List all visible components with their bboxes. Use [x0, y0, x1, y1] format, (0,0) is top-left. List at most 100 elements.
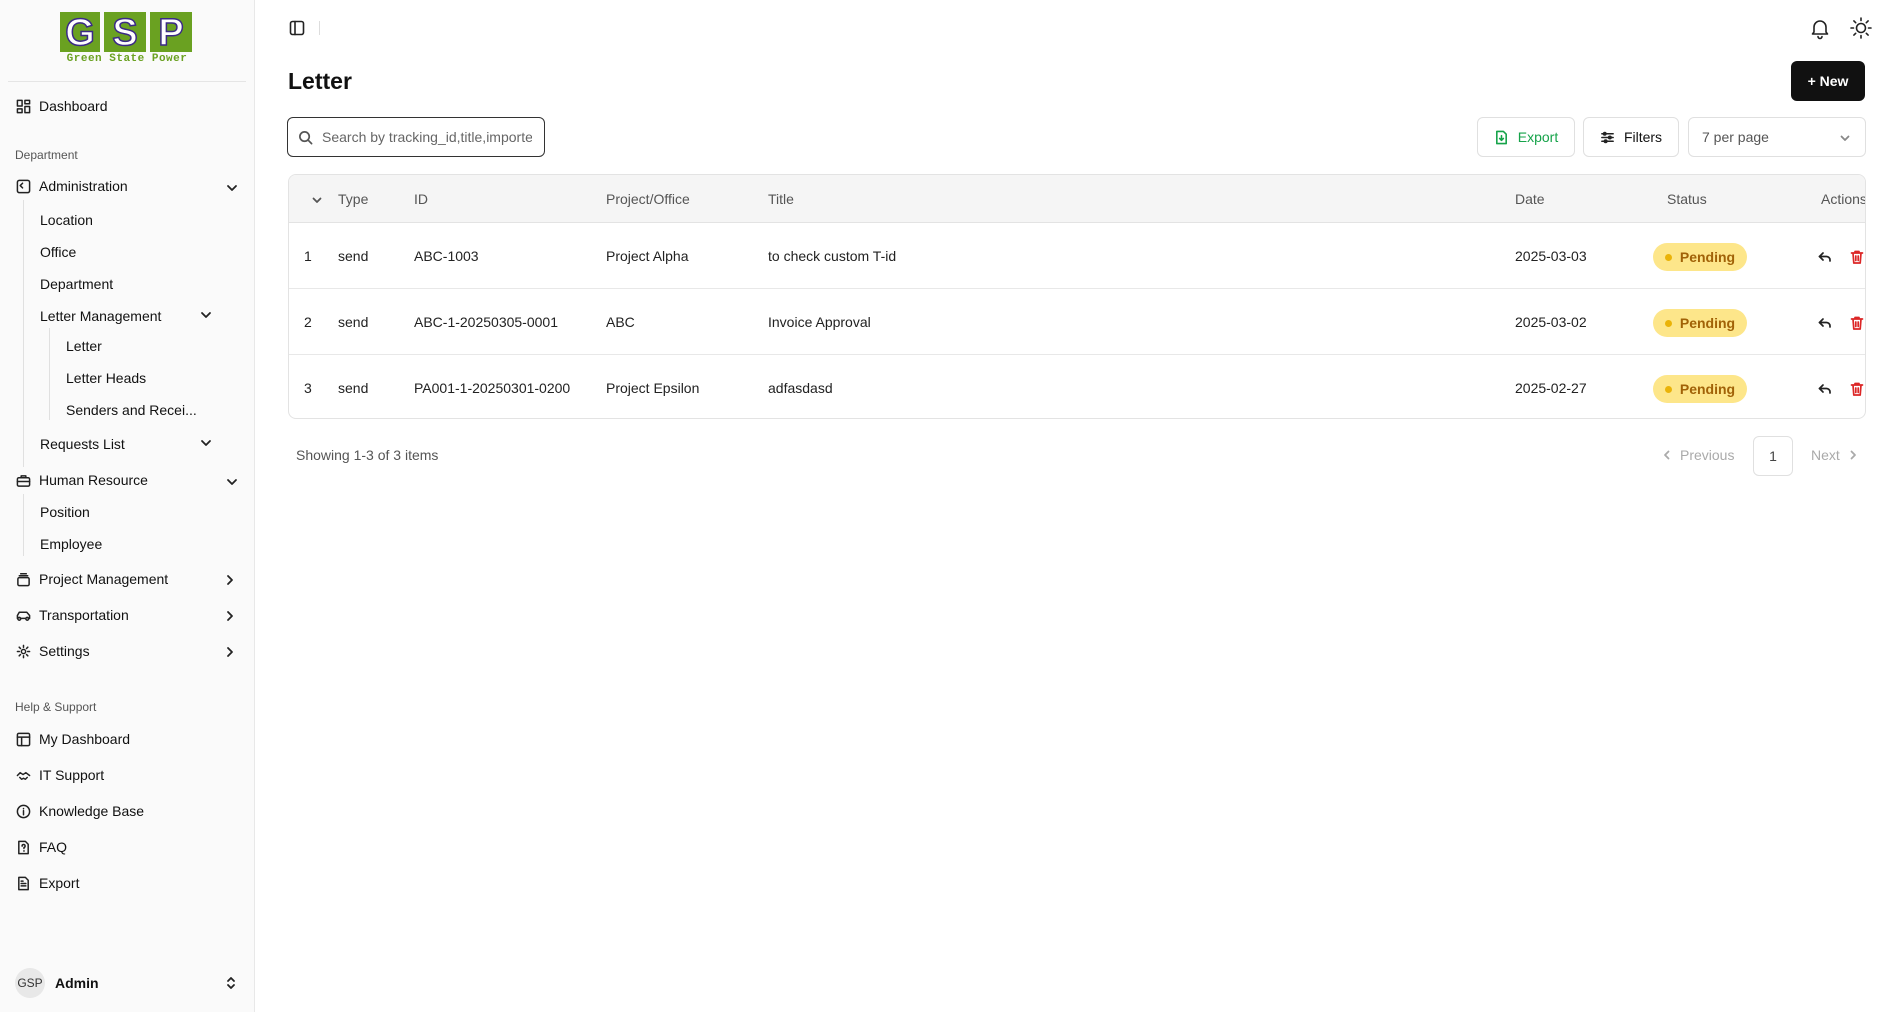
gsp-logo[interactable]: G S P Green State Power [58, 10, 196, 70]
cell-project-office: ABC [606, 314, 635, 330]
per-page-select[interactable]: 7 per page [1688, 117, 1866, 157]
cell-date: 2025-02-27 [1515, 380, 1587, 396]
sidebar-item-administration[interactable]: Administration [15, 178, 128, 194]
sidebar-item-letter[interactable]: Letter [66, 338, 102, 354]
sidebar-item-dashboard[interactable]: Dashboard [15, 98, 108, 114]
header-divider [319, 21, 320, 35]
reply-icon[interactable] [1817, 315, 1833, 331]
chevron-left-icon [1664, 450, 1670, 460]
file-export-icon [1495, 130, 1507, 144]
chevron-down-icon[interactable] [311, 193, 323, 205]
search-input[interactable] [322, 129, 532, 145]
sidebar-item-label: IT Support [39, 767, 105, 783]
sidebar-item-label: Human Resource [39, 472, 148, 488]
trash-icon[interactable] [1849, 249, 1865, 265]
sun-icon[interactable] [1849, 16, 1873, 40]
column-header-project-office[interactable]: Project/Office [606, 191, 690, 207]
status-badge: Pending [1653, 243, 1747, 271]
sidebar-item-knowledge-base[interactable]: Knowledge Base [15, 803, 144, 819]
sidebar-item-employee[interactable]: Employee [40, 536, 102, 552]
sidebar-item-location[interactable]: Location [40, 212, 93, 228]
filters-label: Filters [1623, 129, 1663, 145]
trash-icon[interactable] [1849, 381, 1865, 397]
reply-icon[interactable] [1817, 249, 1833, 265]
cell-id: ABC-1-20250305-0001 [414, 314, 558, 330]
cell-id: ABC-1003 [414, 248, 479, 264]
chevron-right-icon[interactable] [223, 573, 237, 587]
chevron-right-icon[interactable] [223, 609, 237, 623]
sidebar-item-letter-management[interactable]: Letter Management [40, 308, 161, 324]
bell-icon[interactable] [1808, 16, 1832, 40]
layout-icon [15, 731, 31, 747]
svg-text:P: P [158, 12, 183, 54]
page-number-button[interactable]: 1 [1753, 436, 1793, 476]
chevron-down-icon[interactable] [225, 475, 239, 489]
sidebar-item-my-dashboard[interactable]: My Dashboard [15, 731, 130, 747]
chevron-down-icon[interactable] [199, 436, 213, 450]
trash-icon[interactable] [1849, 315, 1865, 331]
dashboard-grid-icon [15, 98, 31, 114]
column-header-title[interactable]: Title [768, 191, 794, 207]
cell-title: to check custom T-id [768, 248, 897, 264]
cell-date: 2025-03-02 [1515, 314, 1587, 330]
sidebar-item-export[interactable]: Export [15, 875, 79, 891]
chevron-down-icon[interactable] [199, 308, 213, 322]
tree-line [23, 200, 24, 467]
sidebar-item-faq[interactable]: FAQ [15, 839, 67, 855]
table-row[interactable]: 1 send ABC-1003 Project Alpha to check custo… [289, 224, 1865, 289]
previous-page-button[interactable]: Previous [1662, 447, 1734, 463]
filters-button[interactable]: Filters [1583, 117, 1679, 157]
sidebar-item-it-support[interactable]: IT Support [15, 767, 104, 783]
cell-type: send [338, 380, 369, 396]
sidebar-item-department[interactable]: Department [40, 276, 113, 292]
sidebar-item-human-resource[interactable]: Human Resource [15, 472, 148, 488]
column-header-date[interactable]: Date [1515, 191, 1545, 207]
sidebar-item-position[interactable]: Position [40, 504, 90, 520]
export-label: Export [1517, 129, 1559, 145]
car-icon [15, 607, 31, 623]
sidebar-item-senders-receivers[interactable]: Senders and Recei... [66, 402, 197, 418]
sidebar-item-label: Transportation [39, 607, 129, 623]
sidebar-toggle-icon[interactable] [289, 20, 305, 36]
export-button[interactable]: Export [1477, 117, 1575, 157]
column-header-id[interactable]: ID [414, 191, 428, 207]
cell-type: send [338, 248, 369, 264]
sidebar-item-transportation[interactable]: Transportation [15, 607, 129, 623]
chevrons-up-down-icon [224, 976, 238, 990]
sidebar-item-letter-heads[interactable]: Letter Heads [66, 370, 146, 386]
status-dot [1664, 319, 1672, 327]
row-number: 3 [304, 380, 312, 396]
per-page-value: 7 per page [1702, 129, 1769, 145]
reply-icon[interactable] [1817, 381, 1833, 397]
chevron-right-icon[interactable] [223, 645, 237, 659]
chevron-right-icon [1850, 450, 1856, 460]
cell-project-office: Project Alpha [606, 248, 689, 264]
cell-type: send [338, 314, 369, 330]
sidebar-item-requests-list[interactable]: Requests List [40, 436, 125, 452]
chevron-down-icon[interactable] [225, 181, 239, 195]
layers-icon [15, 571, 31, 587]
info-circle-icon [15, 803, 31, 819]
table-row[interactable]: 3 send PA001-1-20250301-0200 Project Epsilo… [289, 356, 1865, 418]
new-letter-button[interactable]: + New [1791, 61, 1865, 101]
sidebar-item-label: Dashboard [39, 98, 108, 114]
next-page-button[interactable]: Next [1811, 447, 1858, 463]
logo-divider [8, 81, 246, 82]
status-label: Pending [1679, 315, 1736, 331]
row-number: 2 [304, 314, 312, 330]
sidebar: G S P Green State Power Dashboard Depart… [0, 0, 255, 1012]
status-dot [1664, 385, 1672, 393]
column-header-type[interactable]: Type [338, 191, 368, 207]
user-menu[interactable]: GSP Admin [15, 968, 240, 998]
previous-label: Previous [1680, 447, 1735, 463]
sidebar-item-label: Administration [39, 178, 128, 194]
column-header-status[interactable]: Status [1667, 191, 1707, 207]
table-row[interactable]: 2 send ABC-1-20250305-0001 ABC Invoice Appro… [289, 290, 1865, 355]
sidebar-item-office[interactable]: Office [40, 244, 76, 260]
sidebar-item-settings[interactable]: Settings [15, 643, 90, 659]
status-dot [1664, 253, 1672, 261]
status-label: Pending [1679, 381, 1736, 397]
sidebar-item-project-management[interactable]: Project Management [15, 571, 168, 587]
cell-title: adfasdasd [768, 380, 833, 396]
search-box [287, 117, 545, 157]
